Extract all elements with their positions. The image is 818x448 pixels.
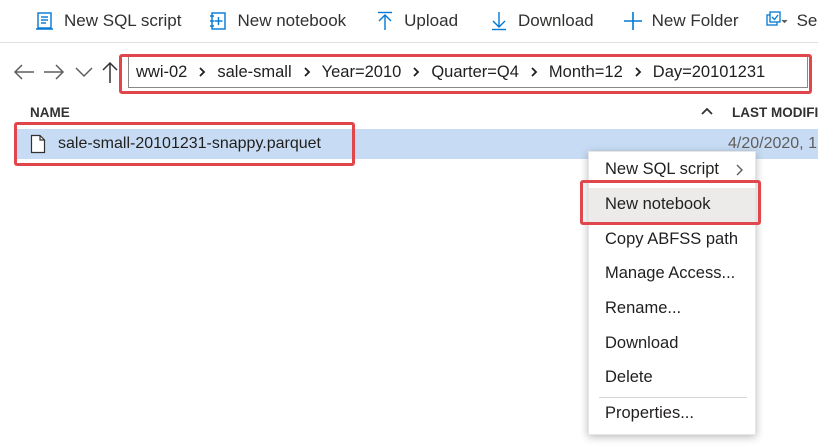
command-bar: New SQL script New notebook Upload Downl… [0, 0, 818, 43]
breadcrumb-item-day[interactable]: Day=20101231 [653, 63, 765, 82]
menu-item-download[interactable]: Download [589, 327, 755, 361]
up-arrow-icon[interactable] [98, 60, 122, 84]
new-sql-script-label: New SQL script [64, 11, 182, 30]
chevron-right-icon [623, 66, 653, 78]
menu-item-delete[interactable]: Delete [589, 361, 755, 395]
file-list-header: NAME LAST MODIFI [0, 100, 818, 126]
breadcrumb-item-folder[interactable]: sale-small [217, 63, 291, 82]
menu-item-label: Download [605, 334, 679, 352]
sql-script-icon [34, 10, 56, 32]
column-header-last-modified[interactable]: LAST MODIFI [732, 105, 818, 120]
select-all-icon [765, 10, 789, 32]
chevron-right-icon [736, 164, 743, 176]
context-menu: New SQL script New notebook Copy ABFSS p… [588, 151, 756, 435]
menu-item-label: Delete [605, 368, 653, 386]
download-button[interactable]: Download [488, 0, 606, 42]
navigation-bar: wwi-02 sale-small Year=2010 Quarter=Q4 M… [0, 52, 818, 96]
menu-item-rename[interactable]: Rename... [589, 292, 755, 326]
menu-item-new-notebook[interactable]: New notebook [589, 188, 755, 222]
breadcrumb-item-quarter[interactable]: Quarter=Q4 [431, 63, 519, 82]
breadcrumb-item-year[interactable]: Year=2010 [322, 63, 402, 82]
select-all-button[interactable]: Select A [765, 0, 818, 42]
chevron-down-icon[interactable] [72, 60, 96, 84]
menu-item-label: Copy ABFSS path [605, 230, 738, 248]
new-folder-label: New Folder [651, 11, 739, 30]
notebook-icon [207, 10, 229, 32]
menu-item-label: New notebook [605, 195, 711, 213]
menu-item-properties[interactable]: Properties... [589, 397, 755, 431]
breadcrumb-item-container[interactable]: wwi-02 [136, 63, 187, 82]
chevron-right-icon [401, 66, 431, 78]
select-all-label: Select A [796, 11, 818, 30]
column-header-name[interactable]: NAME [30, 105, 70, 120]
upload-label: Upload [404, 11, 459, 30]
menu-item-copy-abfss-path[interactable]: Copy ABFSS path [589, 223, 755, 257]
back-arrow-icon[interactable] [12, 60, 36, 84]
file-name: sale-small-20101231-snappy.parquet [58, 135, 321, 152]
sort-ascending-icon[interactable] [700, 103, 714, 119]
plus-icon [622, 10, 644, 32]
chevron-right-icon [519, 66, 549, 78]
file-icon [30, 134, 46, 154]
menu-item-label: Manage Access... [605, 264, 736, 282]
chevron-right-icon [292, 66, 322, 78]
menu-item-label: Rename... [605, 299, 682, 317]
menu-item-label: New SQL script [605, 160, 720, 178]
upload-button[interactable]: Upload [374, 0, 470, 42]
menu-item-new-sql-script[interactable]: New SQL script [589, 153, 755, 187]
breadcrumb-item-month[interactable]: Month=12 [549, 63, 623, 82]
breadcrumb: wwi-02 sale-small Year=2010 Quarter=Q4 M… [128, 56, 808, 88]
forward-arrow-icon[interactable] [42, 60, 66, 84]
new-folder-button[interactable]: New Folder [622, 0, 751, 42]
chevron-right-icon [187, 66, 217, 78]
new-sql-script-button[interactable]: New SQL script [34, 0, 193, 42]
upload-icon [374, 10, 396, 32]
download-label: Download [518, 11, 594, 30]
menu-item-manage-access[interactable]: Manage Access... [589, 257, 755, 291]
new-notebook-label: New notebook [237, 11, 347, 30]
download-icon [488, 10, 510, 32]
menu-item-label: Properties... [605, 404, 694, 422]
new-notebook-button[interactable]: New notebook [207, 0, 358, 42]
